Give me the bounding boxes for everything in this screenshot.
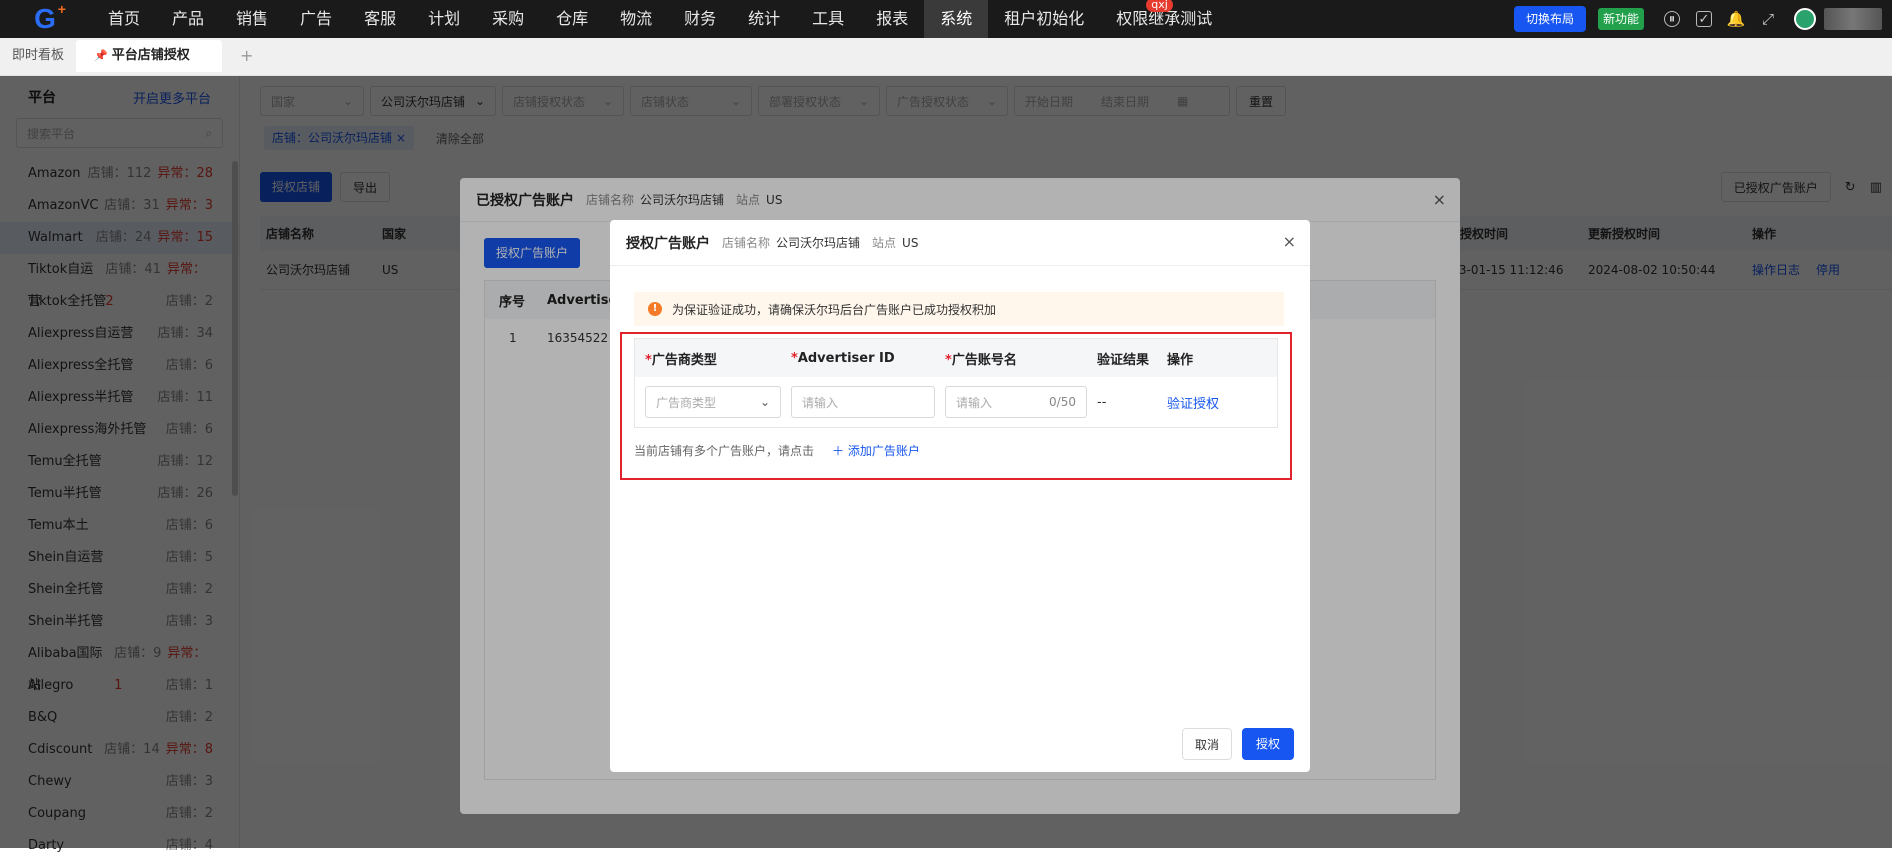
table-header: *广告商类型 *Advertiser ID *广告账号名 验证结果 操作 — [635, 339, 1277, 377]
dialog-header: 授权广告账户 店铺名称 公司沃尔玛店铺 站点 US × — [610, 220, 1310, 266]
nav-item-label: 物流 — [620, 9, 653, 28]
char-counter: 0/50 — [1049, 395, 1076, 409]
nav-item-2[interactable]: 销售 — [220, 0, 284, 38]
nav-item-label: 统计 — [748, 9, 781, 28]
account-name-cell: 请输入 0/50 — [935, 386, 1087, 418]
nav-item-label: 工具 — [812, 9, 845, 28]
fullscreen-icon[interactable]: ⤢ — [1760, 10, 1776, 28]
warning-icon: ! — [648, 302, 662, 316]
tab-dashboard[interactable]: 即时看板 — [0, 37, 76, 75]
nav-item-label: 采购 — [492, 9, 525, 28]
add-ad-account-label: 添加广告账户 — [847, 444, 920, 458]
nav-item-label: 系统 — [940, 9, 973, 28]
site-label: 站点 — [872, 236, 897, 250]
verify-auth-link[interactable]: 验证授权 — [1161, 393, 1251, 412]
advertiser-id-placeholder: 请输入 — [802, 395, 839, 410]
advertiser-id-cell: 请输入 — [781, 386, 935, 418]
nav-item-6[interactable]: 采购 — [476, 0, 540, 38]
authorize-ad-account-dialog: 授权广告账户 店铺名称 公司沃尔玛店铺 站点 US × ! 为保证验证成功，请确… — [610, 220, 1310, 772]
result-cell: -- — [1097, 394, 1107, 410]
nav-item-15[interactable]: 权限继承测试 qxj — [1100, 0, 1228, 38]
nav-item-label: 客服 — [364, 9, 397, 28]
calendar-icon[interactable]: ✓ — [1696, 11, 1712, 27]
required-mark: * — [645, 352, 652, 368]
nav-item-0[interactable]: 首页 — [92, 0, 156, 38]
page-tabbar: 即时看板 📌 平台店铺授权 + — [0, 38, 1892, 76]
nav-item-8[interactable]: 物流 — [604, 0, 668, 38]
col-action: 操作 — [1167, 352, 1194, 368]
logo-mark: G + — [34, 1, 66, 34]
site-value: US — [902, 235, 919, 250]
dialog-title: 授权广告账户 — [626, 235, 710, 252]
nav-item-4[interactable]: 客服 — [348, 0, 412, 38]
close-icon[interactable]: × — [1283, 232, 1296, 251]
top-right-tools: 切换布局 新功能 ⏸ ✓ 🔔 ⤢ — [1513, 0, 1892, 38]
plus-icon: ＋ — [832, 444, 845, 458]
nav-item-5[interactable]: 计划 — [412, 0, 476, 38]
pin-icon: 📌 — [94, 49, 108, 62]
cancel-button[interactable]: 取消 — [1181, 728, 1232, 760]
col-result: 验证结果 — [1097, 352, 1150, 368]
alert-text: 为保证验证成功，请确保沃尔玛后台广告账户已成功授权积加 — [672, 302, 997, 317]
top-navbar: G + 首页 产品 销售 广告 客服 计划 采购 仓库 物流 财务 统计 工具 报表 系统 租户初始化 权限继承… — [0, 0, 1892, 38]
col-account-name: *广告账号名 — [935, 349, 1087, 368]
nav-item-12[interactable]: 报表 — [860, 0, 924, 38]
highlight-box: *广告商类型 *Advertiser ID *广告账号名 验证结果 操作 广告商… — [620, 332, 1292, 480]
col-advertiser-id-label: Advertiser ID — [797, 350, 895, 366]
nav-item-9[interactable]: 财务 — [668, 0, 732, 38]
nav-item-label: 租户初始化 — [1004, 9, 1085, 28]
account-name-placeholder: 请输入 — [956, 395, 993, 410]
ad-type-placeholder: 广告商类型 — [656, 395, 717, 410]
nav-item-label: 销售 — [236, 9, 269, 28]
account-name-input[interactable]: 请输入 0/50 — [945, 386, 1087, 418]
add-tab-button[interactable]: + — [222, 37, 271, 75]
bell-icon[interactable]: 🔔 — [1727, 10, 1746, 28]
col-account-name-label: 广告账号名 — [951, 352, 1017, 368]
nav-item-label: 首页 — [108, 9, 141, 28]
nav-item-10[interactable]: 统计 — [732, 0, 796, 38]
app-logo[interactable]: G + — [14, 0, 74, 38]
store-label: 店铺名称 — [722, 236, 771, 250]
nav-item-label: 报表 — [876, 9, 909, 28]
authorize-button[interactable]: 授权 — [1241, 728, 1294, 760]
nav-item-label: 计划 — [428, 9, 461, 28]
store-value: 公司沃尔玛店铺 — [776, 236, 861, 250]
user-badge: qxj — [1146, 0, 1173, 12]
add-ad-account-link[interactable]: ＋ 添加广告账户 — [832, 442, 920, 459]
col-ad-type: *广告商类型 — [635, 349, 781, 368]
add-account-line: 当前店铺有多个广告账户，请点击 ＋ 添加广告账户 — [634, 442, 920, 459]
col-ad-type-label: 广告商类型 — [651, 352, 717, 368]
switch-layout-button[interactable]: 切换布局 — [1513, 6, 1586, 32]
ad-account-form-table: *广告商类型 *Advertiser ID *广告账号名 验证结果 操作 广告商… — [634, 338, 1278, 428]
new-feature-badge[interactable]: 新功能 — [1597, 8, 1644, 30]
chevron-down-icon: ⌄ — [759, 395, 770, 409]
required-mark: * — [945, 352, 952, 368]
nav-item-label: 广告 — [300, 9, 333, 28]
user-name-redacted[interactable] — [1824, 8, 1882, 30]
nav-item-7[interactable]: 仓库 — [540, 0, 604, 38]
tab-store-auth[interactable]: 📌 平台店铺授权 — [76, 40, 223, 72]
nav-item-1[interactable]: 产品 — [156, 0, 220, 38]
pause-icon[interactable]: ⏸ — [1664, 11, 1680, 27]
add-hint: 当前店铺有多个广告账户，请点击 — [634, 444, 815, 458]
avatar[interactable] — [1794, 8, 1816, 30]
nav-item-14[interactable]: 租户初始化 — [988, 0, 1100, 38]
nav-item-label: 产品 — [172, 9, 205, 28]
main-menu: 首页 产品 销售 广告 客服 计划 采购 仓库 物流 财务 统计 工具 报表 系统 租户初始化 权限继承测试 q… — [92, 0, 1228, 38]
ad-type-select[interactable]: 广告商类型 ⌄ — [645, 386, 781, 418]
nav-item-label: 财务 — [684, 9, 717, 28]
dialog-footer: 取消 授权 — [1181, 728, 1294, 760]
table-row: 广告商类型 ⌄ 请输入 请输入 0/50 -- 验证授权 — [635, 377, 1277, 427]
tab-label: 平台店铺授权 — [111, 48, 190, 63]
warning-alert: ! 为保证验证成功，请确保沃尔玛后台广告账户已成功授权积加 — [634, 292, 1284, 326]
advertiser-id-input[interactable]: 请输入 — [791, 386, 935, 418]
nav-item-label: 仓库 — [556, 9, 589, 28]
nav-item-3[interactable]: 广告 — [284, 0, 348, 38]
required-mark: * — [791, 350, 798, 366]
col-advertiser-id: *Advertiser ID — [781, 351, 935, 366]
ad-type-cell: 广告商类型 ⌄ — [635, 386, 781, 418]
nav-item-11[interactable]: 工具 — [796, 0, 860, 38]
nav-item-13[interactable]: 系统 — [924, 0, 989, 38]
